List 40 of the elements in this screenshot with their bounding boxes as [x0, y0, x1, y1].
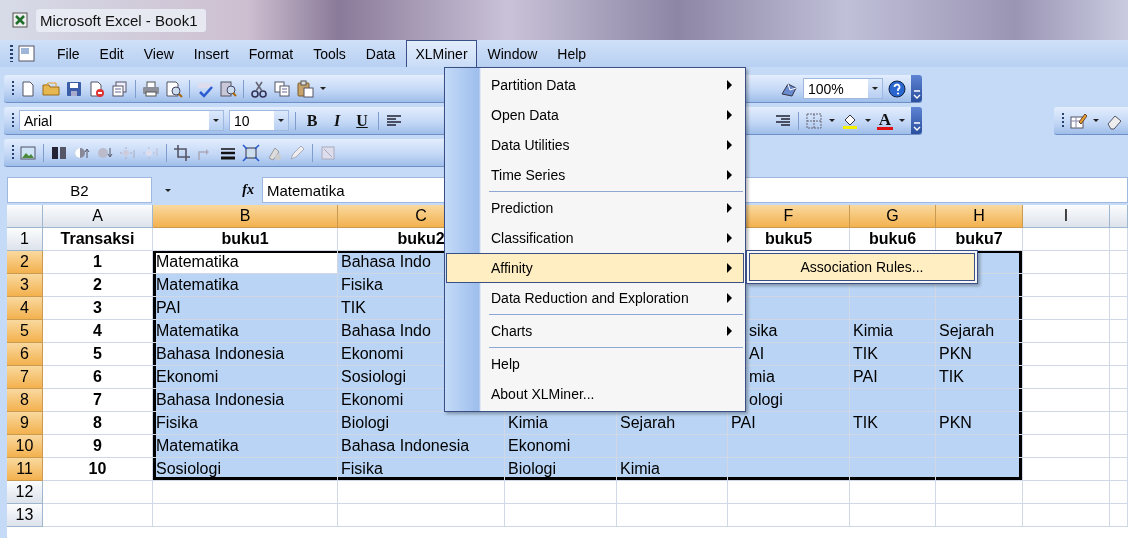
table-cell: Kimia: [617, 458, 728, 481]
table-cell: Ekonomi: [153, 366, 338, 389]
table-cell: Matematika: [153, 251, 338, 274]
table-cell: Matematika: [153, 320, 338, 343]
table-cell: buku1: [153, 228, 338, 251]
table-cell: PAI: [850, 366, 936, 389]
table-cell: Fisika: [338, 458, 505, 481]
table-cell: Matematika: [153, 435, 338, 458]
table-cell: PKN: [936, 412, 1023, 435]
table-cell: Sosiologi: [153, 458, 338, 481]
table-cell: 1: [43, 251, 153, 274]
table-cell: 7: [43, 389, 153, 412]
table-cell: 6: [43, 366, 153, 389]
table-cell: Bahasa Indonesia: [153, 343, 338, 366]
table-cell: Bahasa Indonesia: [338, 435, 505, 458]
table-cell: Fisika: [153, 412, 338, 435]
table-cell: 9: [43, 435, 153, 458]
table-cell: Bahasa Indonesia: [153, 389, 338, 412]
table-cell: Biologi: [505, 458, 617, 481]
table-cell: PAI: [728, 412, 850, 435]
table-cell: TIK: [850, 412, 936, 435]
table-cell: TIK: [936, 366, 1023, 389]
table-cell: TIK: [850, 343, 936, 366]
table-cell: 8: [43, 412, 153, 435]
table-cell: PAI: [153, 297, 338, 320]
table-cell: PKN: [936, 343, 1023, 366]
table-cell: Sejarah: [936, 320, 1023, 343]
table-cell: 10: [43, 458, 153, 481]
table-cell: Matematika: [153, 274, 338, 297]
table-cell: Kimia: [850, 320, 936, 343]
table-cell: Ekonomi: [505, 435, 617, 458]
window-title: Microsoft Excel - Book1: [36, 8, 206, 32]
table-cell: Sejarah: [617, 412, 728, 435]
table-cell: Kimia: [505, 412, 617, 435]
table-cell: Transaksi: [43, 228, 153, 251]
table-cell: 3: [43, 297, 153, 320]
table-cell: 2: [43, 274, 153, 297]
table-cell: Biologi: [338, 412, 505, 435]
table-cell: 4: [43, 320, 153, 343]
table-cell: 5: [43, 343, 153, 366]
